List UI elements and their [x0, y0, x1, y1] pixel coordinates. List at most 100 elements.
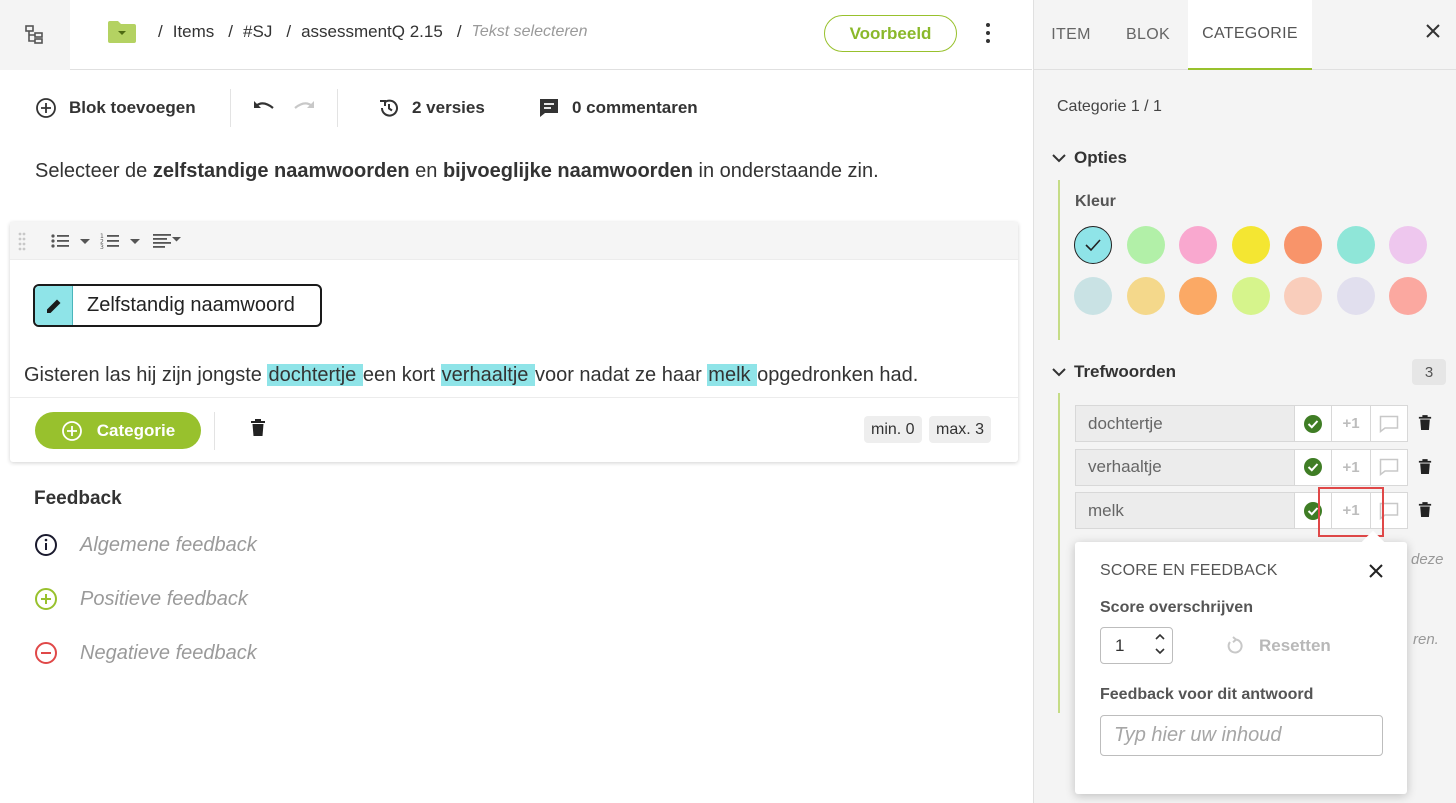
- keyword-input[interactable]: melk: [1075, 492, 1295, 529]
- comments-label: 0 commentaren: [572, 98, 698, 117]
- tab-category[interactable]: CATEGORIE: [1188, 0, 1312, 70]
- breadcrumb-items[interactable]: Items: [173, 22, 215, 42]
- breadcrumb-sj[interactable]: #SJ: [243, 22, 272, 42]
- color-swatch[interactable]: [1126, 277, 1165, 315]
- color-swatch[interactable]: [1389, 277, 1427, 315]
- general-feedback-label: Algemene feedback: [80, 533, 257, 556]
- redo-icon[interactable]: [291, 99, 315, 115]
- editor-toolbar: Blok toevoegen 2 versies 0 commentaren: [0, 71, 1032, 145]
- add-category-label: Categorie: [96, 420, 176, 440]
- category-chip-label: Zelfstandig naamwoord: [87, 294, 295, 316]
- close-icon[interactable]: [1367, 562, 1385, 580]
- plus-circle-icon: [35, 97, 57, 119]
- stepper-arrows[interactable]: [1154, 631, 1166, 657]
- highlight-box: [1318, 487, 1384, 537]
- popup-title: SCORE EN FEEDBACK: [1100, 562, 1278, 579]
- sentence-text[interactable]: een kort: [363, 364, 441, 386]
- undo-icon[interactable]: [253, 99, 277, 115]
- add-block-button[interactable]: Blok toevoegen: [35, 97, 196, 119]
- section-line: [1058, 393, 1060, 713]
- trash-icon[interactable]: [250, 418, 266, 437]
- category-count: Categorie 1 / 1: [1057, 98, 1162, 115]
- color-swatch[interactable]: [1179, 226, 1217, 264]
- breadcrumb-current: Tekst selecteren: [471, 23, 588, 40]
- trash-icon[interactable]: [1418, 458, 1432, 475]
- instruction-bold: bijvoeglijke naamwoorden: [442, 160, 693, 182]
- selected-word[interactable]: dochtertje: [267, 364, 363, 386]
- bullet-list-icon[interactable]: [50, 231, 92, 251]
- instruction-part: Selecteer de: [35, 160, 153, 182]
- selectable-sentence[interactable]: Gisteren las hij zijn jongste dochtertje…: [24, 364, 918, 387]
- comment-icon[interactable]: [1370, 448, 1408, 486]
- score-feedback-popup: SCORE EN FEEDBACK Score overschrijven 1 …: [1075, 530, 1407, 794]
- instruction-part: in onderstaande zin.: [693, 160, 879, 182]
- trash-icon[interactable]: [1418, 414, 1432, 431]
- versions-label: 2 versies: [412, 98, 485, 117]
- tab-block[interactable]: BLOK: [1112, 0, 1184, 70]
- hidden-text-fragment: ren.: [1413, 631, 1439, 648]
- score-button[interactable]: +1: [1332, 405, 1370, 442]
- instruction-text[interactable]: Selecteer de zelfstandige naamwoorden en…: [35, 160, 879, 183]
- score-button[interactable]: +1: [1332, 448, 1370, 486]
- keywords-section-toggle[interactable]: Trefwoorden: [1052, 362, 1176, 382]
- correct-check-icon[interactable]: [1295, 405, 1332, 442]
- minus-circle-icon: [34, 641, 58, 665]
- category-chip[interactable]: Zelfstandig naamwoord: [33, 284, 322, 327]
- pencil-icon[interactable]: [35, 286, 73, 325]
- options-section-toggle[interactable]: Opties: [1052, 148, 1127, 168]
- keyword-input[interactable]: verhaaltje: [1075, 448, 1295, 486]
- plus-circle-icon: [34, 587, 58, 611]
- selected-word[interactable]: melk: [707, 364, 758, 386]
- color-swatch[interactable]: [1074, 226, 1112, 264]
- selected-word[interactable]: verhaaltje: [440, 364, 535, 386]
- close-icon[interactable]: [1423, 21, 1443, 41]
- breadcrumb-assessment[interactable]: assessmentQ 2.15: [301, 22, 443, 42]
- keyword-row: verhaaltje +1: [1075, 448, 1408, 486]
- align-icon[interactable]: [153, 231, 183, 251]
- tab-item[interactable]: ITEM: [1034, 0, 1108, 70]
- comments-button[interactable]: 0 commentaren: [538, 97, 698, 119]
- correct-check-icon[interactable]: [1295, 448, 1332, 486]
- color-swatch[interactable]: [1336, 226, 1375, 264]
- negative-feedback[interactable]: Negatieve feedback: [34, 641, 257, 665]
- tree-view-button[interactable]: [0, 0, 70, 70]
- hidden-text-fragment: deze: [1411, 551, 1444, 568]
- sentence-text[interactable]: voor nadat ze haar: [535, 364, 707, 386]
- versions-button[interactable]: 2 versies: [378, 97, 485, 119]
- trash-icon[interactable]: [1418, 501, 1432, 518]
- chevron-down-icon: [1052, 367, 1066, 377]
- color-swatch[interactable]: [1284, 277, 1322, 315]
- drag-handle-icon[interactable]: [18, 231, 26, 251]
- folder-icon[interactable]: [107, 19, 137, 45]
- color-swatch[interactable]: [1126, 226, 1165, 264]
- color-swatch[interactable]: [1284, 226, 1322, 264]
- min-badge: min. 0: [864, 416, 922, 443]
- checkmark-icon: [1084, 238, 1102, 252]
- chevron-up-icon[interactable]: [1154, 631, 1166, 643]
- numbered-list-icon[interactable]: 123: [100, 231, 142, 251]
- add-category-button[interactable]: Categorie: [35, 412, 201, 449]
- keyword-input[interactable]: dochtertje: [1075, 405, 1295, 442]
- color-swatch[interactable]: [1231, 226, 1270, 264]
- color-label: Kleur: [1075, 193, 1116, 210]
- comment-icon[interactable]: [1370, 405, 1408, 442]
- color-swatch[interactable]: [1336, 277, 1375, 315]
- preview-button[interactable]: Voorbeeld: [824, 15, 957, 52]
- more-options-icon[interactable]: [978, 22, 998, 44]
- score-override-label: Score overschrijven: [1100, 599, 1253, 616]
- general-feedback[interactable]: Algemene feedback: [34, 533, 257, 557]
- sentence-text[interactable]: opgedronken had.: [757, 364, 918, 386]
- score-stepper[interactable]: 1: [1100, 627, 1173, 664]
- chevron-down-icon[interactable]: [1154, 645, 1166, 657]
- reset-button[interactable]: Resetten: [1225, 636, 1331, 656]
- info-icon: [34, 533, 58, 557]
- color-swatch[interactable]: [1389, 226, 1427, 264]
- positive-feedback[interactable]: Positieve feedback: [34, 587, 248, 611]
- divider: [214, 412, 215, 450]
- color-swatch[interactable]: [1179, 277, 1217, 315]
- answer-feedback-input[interactable]: Typ hier uw inhoud: [1100, 715, 1383, 756]
- sentence-text[interactable]: Gisteren las hij zijn jongste: [24, 364, 267, 386]
- color-swatch[interactable]: [1231, 277, 1270, 315]
- options-label: Opties: [1074, 148, 1127, 167]
- color-swatch[interactable]: [1074, 277, 1112, 315]
